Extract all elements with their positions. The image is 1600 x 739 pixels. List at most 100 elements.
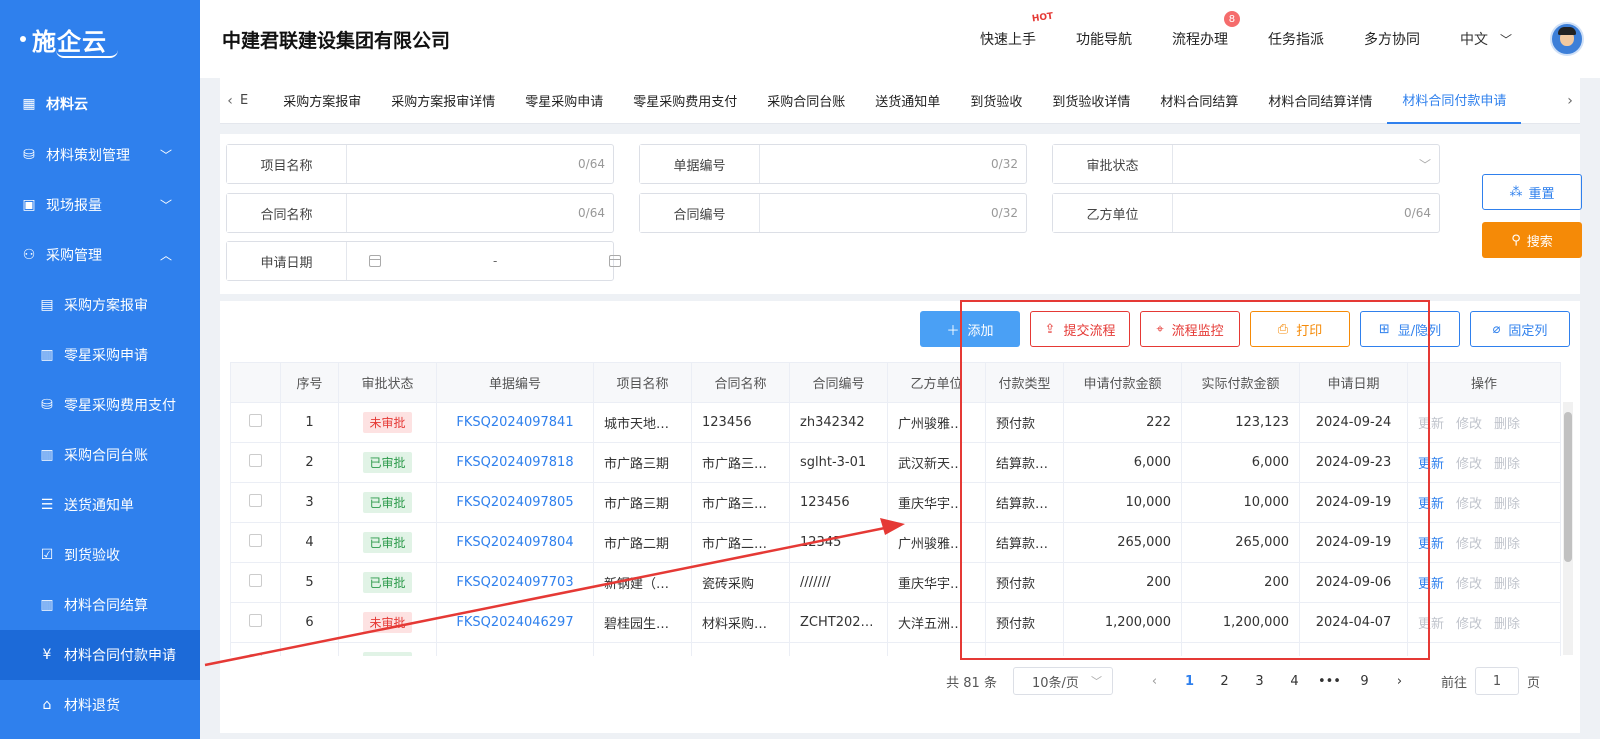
filter-label: 合同编号 [640,194,760,232]
vertical-scrollbar[interactable] [1563,402,1573,655]
tab-5[interactable]: 送货通知单 [860,78,955,124]
tab-3[interactable]: 零星采购费用支付 [618,78,752,124]
sidebar-item-1[interactable]: ⛁ 材料策划管理 ﹀ [0,130,200,180]
edit-action[interactable]: 修改 [1456,457,1482,472]
menu-quick-start[interactable]: 快速上手 HOT [980,12,1054,49]
document-code-link[interactable]: FKSQ2024046297 [456,615,573,630]
filter-input[interactable]: 0/32 [760,194,1026,232]
date-separator: - [493,254,498,268]
filter-label: 申请日期 [227,242,347,280]
tab-scroll-left-icon[interactable]: ‹ [220,93,240,109]
delete-action[interactable]: 删除 [1494,537,1520,552]
sidebar-item-10[interactable]: ▥ 材料合同结算 [0,580,200,630]
sidebar-item-3[interactable]: ⚇ 采购管理 ︿ [0,230,200,280]
sidebar-item-5[interactable]: ▥ 零星采购申请 [0,330,200,380]
tab-1[interactable]: 采购方案报审详情 [376,78,510,124]
row-checkbox[interactable] [249,614,262,627]
next-page-icon[interactable]: › [1382,674,1417,689]
sidebar: 施企云 ▦ 材料云 ⛁ 材料策划管理 ﹀ ▣ 现场报量 ﹀ ⚇ 采购管理 ︿ ▤ 采购方案报审 ▥ 零星采购… [0,0,200,739]
menu-task-assign[interactable]: 任务指派 [1268,29,1324,49]
sidebar-item-label: 材料退货 [64,698,120,714]
filter-field-0: 项目名称 0/64 [226,144,614,184]
edit-action[interactable]: 修改 [1456,497,1482,512]
status-badge: 已审批 [363,532,412,553]
tab-6[interactable]: 到货验收 [955,78,1037,124]
filter-input[interactable]: 0/32 [760,145,1026,183]
row-checkbox[interactable] [249,494,262,507]
filter-label: 单据编号 [640,145,760,183]
sidebar-item-0[interactable]: ▦ 材料云 [0,78,200,130]
row-checkbox[interactable] [249,654,262,656]
page-5[interactable]: 9 [1347,674,1382,689]
document-code-link[interactable]: FKSQ2024097841 [456,415,573,430]
search-button[interactable]: ⚲ 搜索 [1482,222,1582,258]
sidebar-item-2[interactable]: ▣ 现场报量 ﹀ [0,180,200,230]
tab-partial[interactable]: E [240,78,268,124]
sidebar-item-7[interactable]: ▥ 采购合同台账 [0,430,200,480]
menu-process[interactable]: 流程办理 8 [1172,11,1240,49]
page-size-select[interactable]: 10条/页 ﹀ [1012,667,1113,695]
user-avatar[interactable] [1550,22,1584,56]
row-checkbox[interactable] [249,414,262,427]
box-icon: ▣ [22,197,36,213]
tab-8[interactable]: 材料合同结算 [1145,78,1253,124]
tab-4[interactable]: 采购合同台账 [752,78,860,124]
tab-7[interactable]: 到货验收详情 [1037,78,1145,124]
page-4[interactable]: ••• [1312,674,1347,689]
sidebar-item-12[interactable]: ⌂ 材料退货 [0,680,200,730]
delete-action[interactable]: 删除 [1494,617,1520,632]
tab-0[interactable]: 采购方案报审 [268,78,376,124]
delete-action[interactable]: 删除 [1494,497,1520,512]
sidebar-item-9[interactable]: ☑ 到货验收 [0,530,200,580]
edit-action[interactable]: 修改 [1456,417,1482,432]
sidebar-item-11[interactable]: ¥ 材料合同付款申请 [0,630,200,680]
goto-page-input[interactable]: 1 [1474,667,1519,695]
tab-9[interactable]: 材料合同结算详情 [1253,78,1387,124]
document-code-link[interactable]: FKSQ2024097804 [456,535,573,550]
delete-action[interactable]: 删除 [1494,457,1520,472]
filter-input[interactable]: 0/64 [347,194,613,232]
document-code-link[interactable]: FKSQ2024097805 [456,495,573,510]
chevron-down-icon: ﹀ [1499,32,1512,47]
edit-action[interactable]: 修改 [1456,577,1482,592]
document-code-link[interactable]: FKSQ2024025910 [456,655,573,656]
home-icon: ⌂ [42,697,52,713]
menu-collaboration[interactable]: 多方协同 [1364,29,1420,49]
project-name: 市广路二期 [604,537,670,552]
char-counter: 0/32 [991,157,1018,171]
page-3[interactable]: 4 [1277,674,1312,689]
row-number: 5 [305,575,314,590]
page-0[interactable]: 1 [1172,674,1207,689]
prev-page-icon[interactable]: ‹ [1137,674,1172,689]
document-code-link[interactable]: FKSQ2024097703 [456,575,573,590]
row-checkbox[interactable] [249,574,262,587]
page-1[interactable]: 2 [1207,674,1242,689]
filter-input[interactable]: ﹀ [1173,145,1439,183]
delete-action[interactable]: 删除 [1494,417,1520,432]
tab-scroll-right-icon[interactable]: › [1560,93,1580,109]
tab-10[interactable]: 材料合同付款申请 [1387,78,1522,124]
menu-function-nav[interactable]: 功能导航 [1076,29,1132,49]
tab-2[interactable]: 零星采购申请 [510,78,618,124]
sidebar-item-4[interactable]: ▤ 采购方案报审 [0,280,200,330]
delete-action[interactable]: 删除 [1494,577,1520,592]
filter-input[interactable]: 0/64 [1173,194,1439,232]
row-checkbox[interactable] [249,454,262,467]
reset-button[interactable]: ⁂ 重置 [1482,174,1582,210]
filter-field-4: 合同编号 0/32 [639,193,1027,233]
page-2[interactable]: 3 [1242,674,1277,689]
edit-action[interactable]: 修改 [1456,537,1482,552]
sidebar-item-6[interactable]: ⛁ 零星采购费用支付 [0,380,200,430]
doc-coin-icon: ▥ [40,597,54,613]
filter-input[interactable]: - [347,242,622,280]
language-select[interactable]: 中文 ﹀ [1460,29,1512,49]
sidebar-item-8[interactable]: ☰ 送货通知单 [0,480,200,530]
row-checkbox[interactable] [249,534,262,547]
sidebar-item-label: 采购方案报审 [64,298,148,314]
column-header-2: 审批状态 [338,362,437,403]
doc-icon: ▤ [40,297,54,313]
sidebar-item-label: 采购合同台账 [64,448,148,464]
edit-action[interactable]: 修改 [1456,617,1482,632]
filter-input[interactable]: 0/64 [347,145,613,183]
document-code-link[interactable]: FKSQ2024097818 [456,455,573,470]
